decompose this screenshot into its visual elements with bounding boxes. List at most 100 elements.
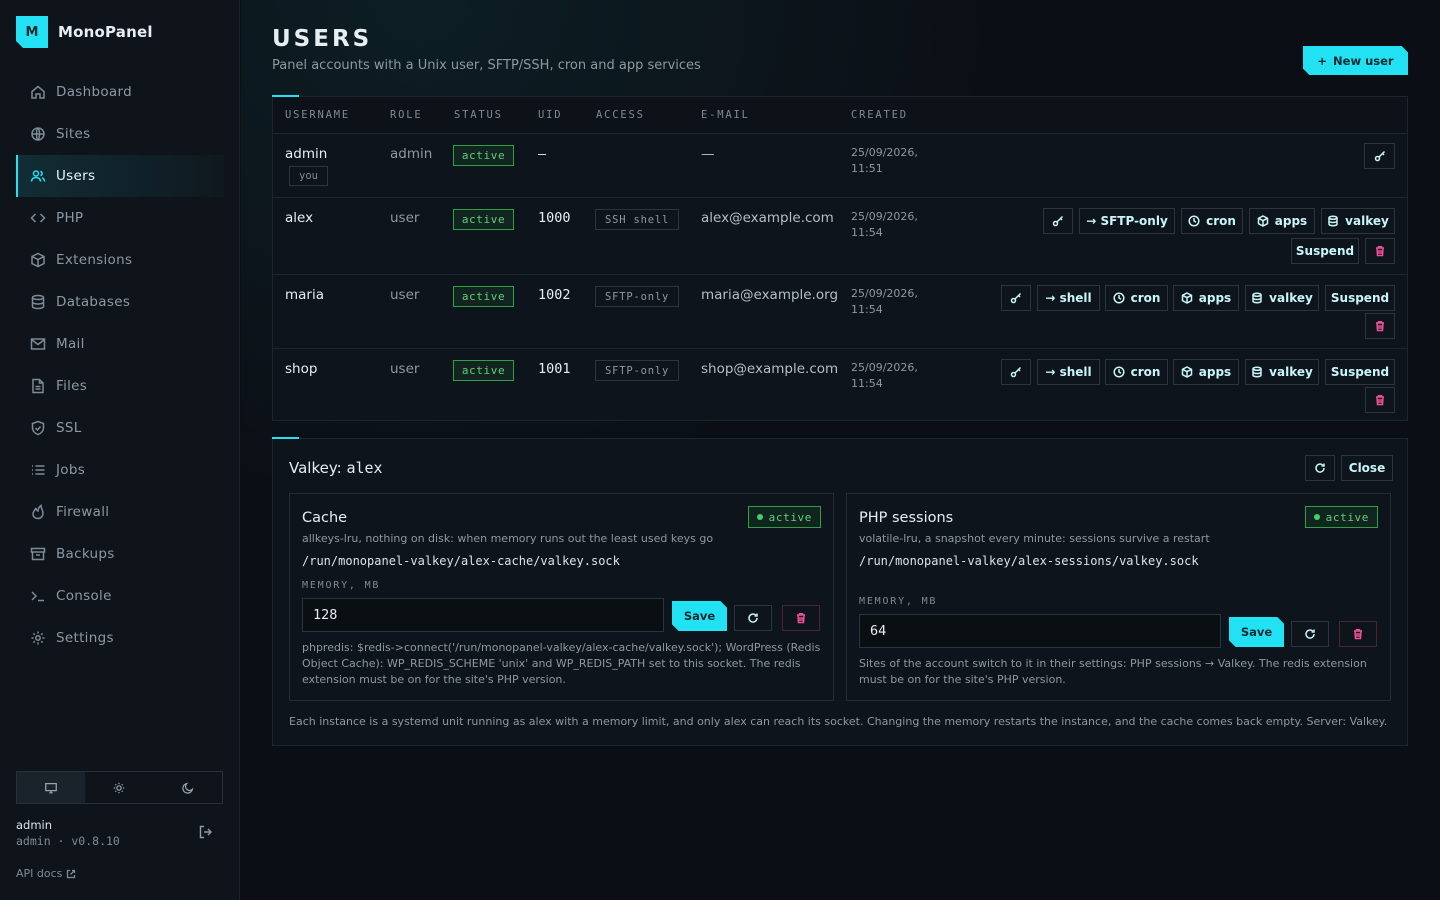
- role: admin: [390, 146, 433, 162]
- suspend-button[interactable]: Suspend: [1291, 238, 1359, 264]
- card-note: Sites of the account switch to it in the…: [859, 657, 1367, 686]
- cron-label: cron: [1130, 365, 1161, 379]
- username: shop: [285, 361, 318, 377]
- new-user-button[interactable]: + New user: [1303, 46, 1408, 75]
- sidebar-item-extensions[interactable]: Extensions: [16, 239, 224, 281]
- sidebar-item-dashboard[interactable]: Dashboard: [16, 71, 224, 113]
- apps-label: apps: [1198, 291, 1232, 305]
- theme-light-option[interactable]: [85, 772, 153, 803]
- cron-button[interactable]: cron: [1105, 359, 1168, 385]
- sidebar-item-databases[interactable]: Databases: [16, 281, 224, 323]
- valkey-button[interactable]: valkey: [1321, 208, 1395, 234]
- memory-input[interactable]: 128: [302, 598, 664, 632]
- sidebar-item-backups[interactable]: Backups: [16, 533, 224, 575]
- delete-instance-button[interactable]: [1339, 621, 1377, 647]
- delete-user-button[interactable]: [1365, 238, 1395, 264]
- suspend-button[interactable]: Suspend: [1325, 359, 1395, 385]
- card-title: PHP sessions: [859, 510, 954, 526]
- save-button[interactable]: Save: [1229, 617, 1284, 647]
- plus-icon: +: [1317, 53, 1328, 68]
- sidebar-item-firewall[interactable]: Firewall: [16, 491, 224, 533]
- toggle-shell-button[interactable]: → shell: [1037, 359, 1100, 385]
- column-header: E-MAIL: [701, 109, 750, 121]
- toggle-shell-label: → shell: [1045, 291, 1092, 305]
- restart-button[interactable]: [734, 605, 772, 631]
- status-label: active: [1325, 510, 1369, 524]
- card-title: Cache: [302, 510, 348, 526]
- delete-user-button[interactable]: [1365, 313, 1395, 339]
- card-note: phpredis: $redis->connect('/run/monopane…: [302, 641, 821, 686]
- sidebar-item-ssl[interactable]: SSL: [16, 407, 224, 449]
- brand[interactable]: M MonoPanel: [16, 16, 153, 48]
- sidebar-item-console[interactable]: Console: [16, 575, 224, 617]
- uid: 1001: [538, 361, 571, 377]
- monitor-icon: [45, 782, 58, 793]
- sun-icon: [114, 782, 125, 793]
- key-icon: [1010, 292, 1022, 304]
- delete-user-button[interactable]: [1365, 387, 1395, 413]
- logout-icon[interactable]: [198, 824, 214, 840]
- suspend-button[interactable]: Suspend: [1325, 285, 1395, 311]
- sidebar-item-label: Dashboard: [56, 84, 132, 100]
- apps-button[interactable]: apps: [1173, 359, 1239, 385]
- database-icon: [31, 294, 45, 310]
- table-row: alex user active 1000 SSH shell alex@exa…: [273, 198, 1407, 275]
- flame-icon: [32, 504, 44, 520]
- toggle-shell-label: → SFTP-only: [1086, 214, 1168, 228]
- save-button[interactable]: Save: [672, 601, 727, 631]
- sidebar-item-sites[interactable]: Sites: [16, 113, 224, 155]
- created-time: 11:54: [851, 303, 883, 316]
- sidebar-item-mail[interactable]: Mail: [16, 323, 224, 365]
- refresh-button[interactable]: [1305, 455, 1335, 481]
- password-button[interactable]: [1001, 285, 1031, 311]
- page-title: USERS: [272, 26, 373, 52]
- sidebar-item-php[interactable]: PHP: [16, 197, 224, 239]
- valkey-button[interactable]: valkey: [1245, 285, 1319, 311]
- valkey-footer-note: Each instance is a systemd unit running …: [289, 715, 1388, 728]
- shield-icon: [31, 420, 45, 436]
- sidebar-item-label: Firewall: [56, 504, 110, 520]
- sidebar-item-users[interactable]: Users: [16, 155, 224, 197]
- apps-button[interactable]: apps: [1249, 208, 1315, 234]
- column-header: UID: [538, 109, 563, 121]
- toggle-shell-label: → shell: [1045, 365, 1092, 379]
- cron-button[interactable]: cron: [1105, 285, 1168, 311]
- theme-dark-option[interactable]: [154, 772, 222, 803]
- status-badge: active: [453, 145, 514, 166]
- restart-button[interactable]: [1291, 621, 1329, 647]
- theme-switcher: [16, 771, 223, 804]
- uid: 1000: [538, 210, 571, 226]
- table-header: USERNAME ROLE STATUS UID ACCESS E-MAIL C…: [273, 97, 1407, 134]
- uid: —: [538, 146, 547, 162]
- password-button[interactable]: [1043, 208, 1073, 234]
- memory-input[interactable]: 64: [859, 614, 1221, 648]
- toggle-shell-button[interactable]: → shell: [1037, 285, 1100, 311]
- sidebar-item-files[interactable]: Files: [16, 365, 224, 407]
- trash-icon: [797, 613, 805, 624]
- valkey-title-user: alex: [346, 459, 383, 477]
- delete-instance-button[interactable]: [782, 605, 820, 631]
- valkey-panel: Valkey: alex Close Cache active allkeys-…: [272, 437, 1408, 746]
- username: admin: [285, 146, 328, 162]
- sidebar-item-label: Mail: [56, 336, 85, 352]
- gear-icon: [31, 631, 45, 645]
- password-button[interactable]: [1364, 143, 1395, 169]
- close-button[interactable]: Close: [1341, 455, 1393, 481]
- trash-icon: [1376, 246, 1384, 257]
- cron-button[interactable]: cron: [1181, 208, 1243, 234]
- moon-icon: [182, 782, 194, 794]
- trash-icon: [1376, 395, 1384, 406]
- created-time: 11:54: [851, 377, 883, 390]
- suspend-label: Suspend: [1295, 244, 1355, 258]
- sidebar-item-settings[interactable]: Settings: [16, 617, 224, 659]
- password-button[interactable]: [1001, 359, 1031, 385]
- sidebar-item-label: Users: [56, 168, 96, 184]
- apps-button[interactable]: apps: [1173, 285, 1239, 311]
- card-description: allkeys-lru, nothing on disk: when memor…: [302, 532, 714, 545]
- theme-system-option[interactable]: [17, 772, 86, 803]
- valkey-button[interactable]: valkey: [1245, 359, 1319, 385]
- api-docs-link[interactable]: API docs: [16, 867, 76, 880]
- status-dot: [1313, 514, 1320, 520]
- toggle-shell-button[interactable]: → SFTP-only: [1079, 208, 1175, 234]
- sidebar-item-jobs[interactable]: Jobs: [16, 449, 224, 491]
